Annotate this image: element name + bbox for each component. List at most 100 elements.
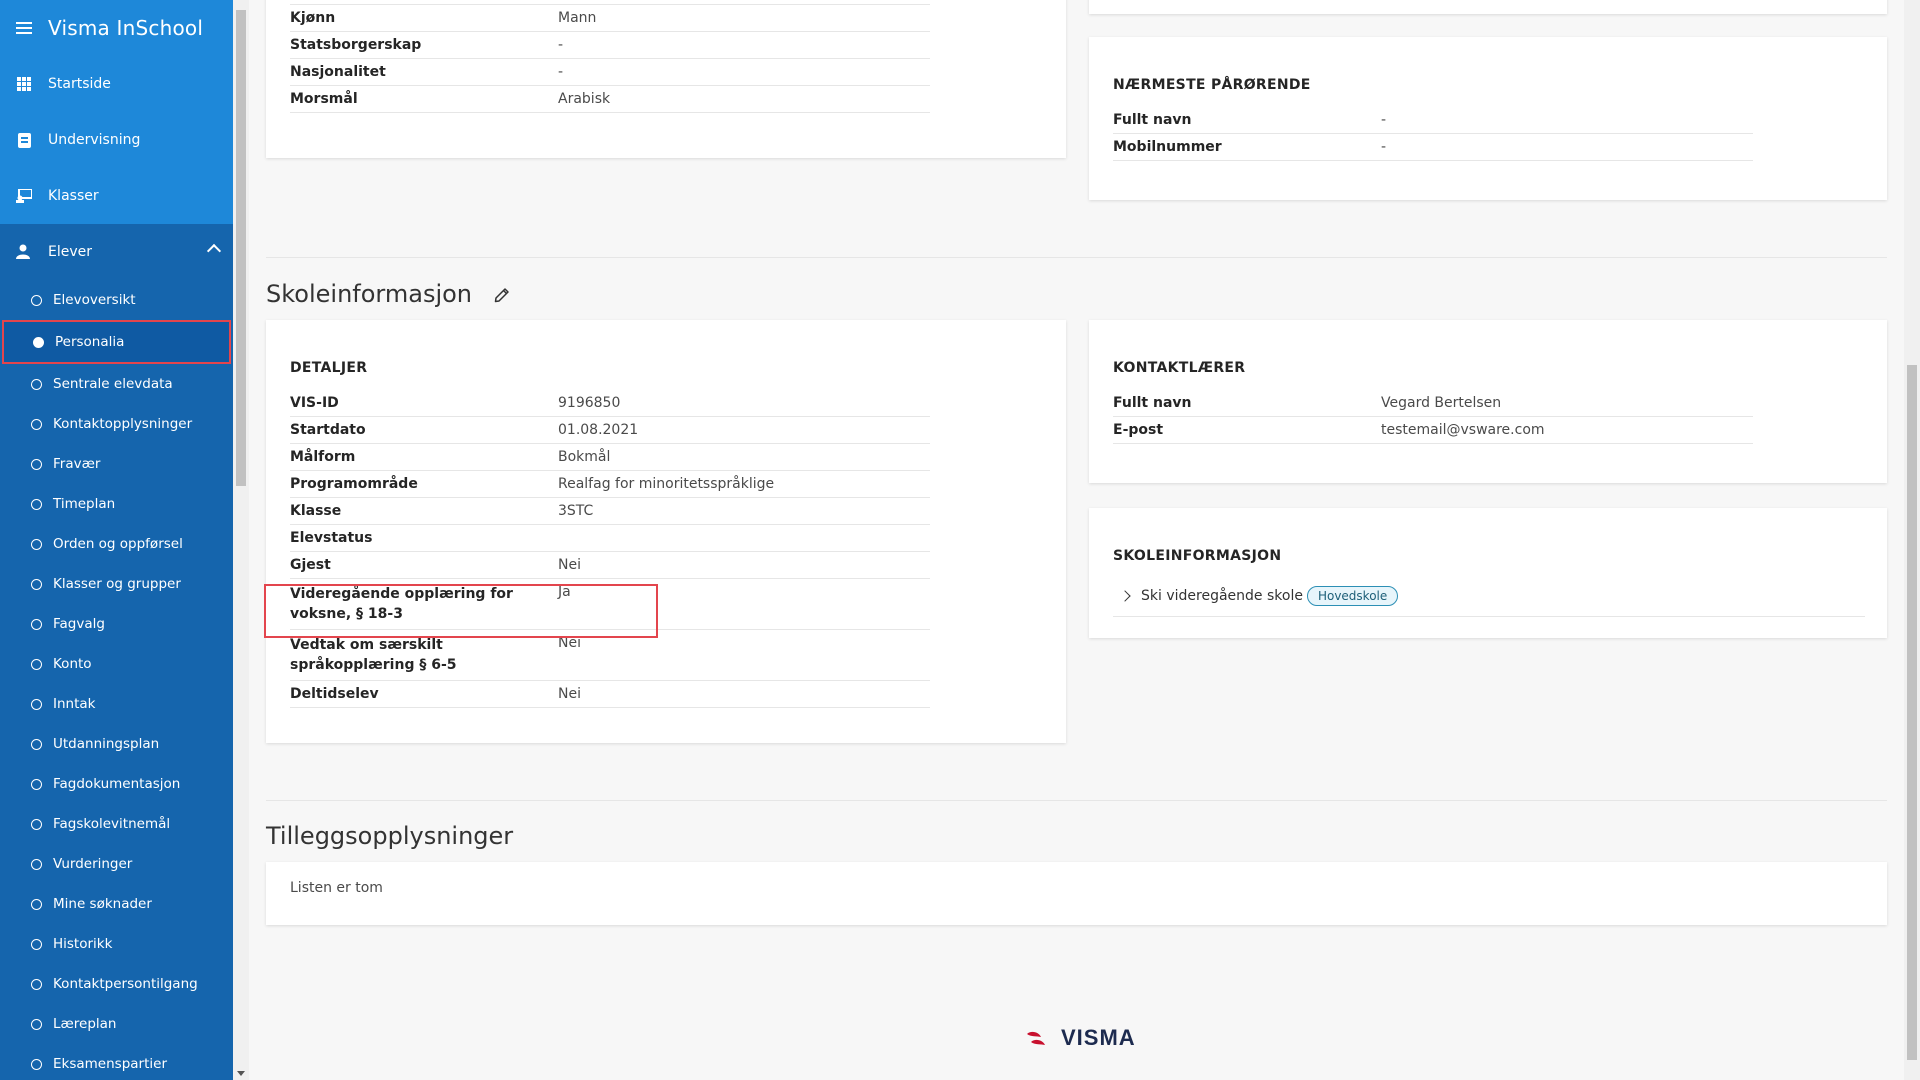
sidebar-scrollbar-thumb[interactable]: [236, 10, 246, 486]
field-label: E-post: [1113, 422, 1164, 438]
section-divider: [266, 800, 1887, 801]
sidebar-subitem[interactable]: Fravær: [0, 444, 233, 484]
hamburger-menu-icon[interactable]: [16, 19, 32, 37]
highlight-box: [264, 584, 658, 638]
field-value: Vegard Bertelsen: [1381, 395, 1502, 411]
card-heading: DETALJER: [290, 360, 368, 376]
chevron-up-icon[interactable]: [206, 243, 222, 259]
circle-icon: [31, 1058, 42, 1070]
sidebar-subitem-label: Vurderinger: [53, 856, 133, 872]
scroll-down-arrow-icon[interactable]: [237, 1071, 245, 1076]
field-label: Klasse: [290, 503, 342, 519]
field-label: Nasjonalitet: [290, 64, 386, 80]
field-value: Bokmål: [558, 449, 611, 465]
naermeste-parorende-card: NÆRMESTE PÅRØRENDE Fullt navn - Mobilnumm…: [1089, 37, 1887, 200]
sidebar-subitem[interactable]: Mine søknader: [0, 884, 233, 924]
sidebar-subitem-label: Sentrale elevdata: [53, 376, 173, 392]
field-label: Deltidselev: [290, 686, 379, 702]
sidebar-subitem-label: Mine søknader: [53, 896, 152, 912]
sidebar-item-undervisning[interactable]: Undervisning: [0, 112, 233, 168]
sidebar-subitem[interactable]: Timeplan: [0, 484, 233, 524]
field-value: -: [558, 37, 564, 53]
sidebar-subitem-active[interactable]: Personalia: [2, 320, 231, 364]
table-row: Deltidselev Nei: [290, 681, 930, 708]
sidebar-subitem-label: Klasser og grupper: [53, 576, 181, 592]
sidebar-subitem[interactable]: Kontaktopplysninger: [0, 404, 233, 444]
sidebar-subitem-label: Personalia: [55, 334, 125, 350]
page-scrollbar-thumb[interactable]: [1907, 365, 1917, 1060]
sidebar-subitem-label: Utdanningsplan: [53, 736, 160, 752]
field-value: Arabisk: [558, 91, 611, 107]
sidebar-subitem-label: Fagvalg: [53, 616, 105, 632]
table-row: Mobilnummer -: [1113, 134, 1753, 161]
table-row: Statsborgerskap -: [290, 32, 930, 59]
field-label: Elevstatus: [290, 530, 373, 546]
sidebar-item-startside[interactable]: Startside: [0, 56, 233, 112]
table-row: Elevstatus: [290, 525, 930, 552]
sidebar-subitem[interactable]: Sentrale elevdata: [0, 364, 233, 404]
sidebar-item-elever[interactable]: Elever: [0, 224, 233, 280]
sidebar-item-label: Klasser: [48, 188, 99, 204]
sidebar-subitem[interactable]: Fagdokumentasjon: [0, 764, 233, 804]
table-row: Gjest Nei: [290, 552, 930, 579]
circle-icon: [31, 858, 42, 870]
table-row: Fullt navn -: [1113, 107, 1753, 134]
table-row: Fullt navn Vegard Bertelsen: [1113, 390, 1753, 417]
chevron-right-icon[interactable]: [1119, 590, 1131, 602]
school-row[interactable]: Ski videregående skole Hovedskole: [1113, 586, 1865, 617]
sidebar-subitem[interactable]: Inntak: [0, 684, 233, 724]
field-label: Målform: [290, 449, 356, 465]
table-row: VIS-ID 9196850: [290, 390, 930, 417]
sidebar: Visma InSchool Startside Undervisning Kl…: [0, 0, 233, 1080]
circle-icon: [31, 738, 42, 750]
card-heading: NÆRMESTE PÅRØRENDE: [1113, 77, 1311, 93]
field-value: -: [1381, 139, 1387, 155]
sidebar-subitem[interactable]: Læreplan: [0, 1004, 233, 1044]
sidebar-subitem-label: Konto: [53, 656, 92, 672]
skoleinformasjon-card: SKOLEINFORMASJON Ski videregående skole …: [1089, 508, 1887, 638]
edit-pencil-icon[interactable]: [494, 281, 510, 309]
table-row: Startdato 01.08.2021: [290, 417, 930, 444]
sidebar-subitem[interactable]: Fagvalg: [0, 604, 233, 644]
field-label: Startdato: [290, 422, 366, 438]
sidebar-subitem[interactable]: Klasser og grupper: [0, 564, 233, 604]
circle-icon: [31, 978, 42, 990]
field-label: Statsborgerskap: [290, 37, 422, 53]
sidebar-scrollbar[interactable]: [233, 0, 249, 1080]
sidebar-item-klasser[interactable]: Klasser: [0, 168, 233, 224]
circle-icon: [31, 898, 42, 910]
field-value: 9196850: [558, 395, 621, 411]
circle-icon: [31, 418, 42, 430]
sidebar-subitem[interactable]: Eksamenspartier: [0, 1044, 233, 1080]
sidebar-subitem[interactable]: Fagskolevitnemål: [0, 804, 233, 844]
circle-icon: [31, 378, 42, 390]
field-value: Nei: [558, 686, 581, 702]
grid-icon: [16, 76, 32, 92]
personal-table: Kjønn Mann Statsborgerskap - Nasjonalitet -…: [290, 4, 930, 113]
sidebar-subitem[interactable]: Historikk: [0, 924, 233, 964]
circle-icon: [31, 778, 42, 790]
kontaktlaerer-card: KONTAKTLÆRER Fullt navn Vegard Bertelsen …: [1089, 320, 1887, 483]
empty-list-text: Listen er tom: [290, 880, 383, 896]
sidebar-subitem[interactable]: Vurderinger: [0, 844, 233, 884]
detaljer-table: VIS-ID 9196850 Startdato 01.08.2021 Målfor…: [290, 390, 930, 708]
sidebar-subitem[interactable]: Kontaktpersontilgang: [0, 964, 233, 1004]
section-title-tillegg: Tilleggsopplysninger: [266, 822, 514, 850]
classroom-icon: [16, 188, 32, 204]
page-scrollbar[interactable]: [1904, 0, 1920, 1080]
circle-icon: [31, 658, 42, 670]
field-label: Fullt navn: [1113, 395, 1192, 411]
sidebar-subitem-label: Timeplan: [53, 496, 116, 512]
sidebar-subitem[interactable]: Orden og oppførsel: [0, 524, 233, 564]
sidebar-subitem-label: Fagskolevitnemål: [53, 816, 171, 832]
sidebar-subitem[interactable]: Konto: [0, 644, 233, 684]
app-title[interactable]: Visma InSchool: [48, 16, 203, 40]
field-value: Mann: [558, 10, 597, 26]
naermeste-table: Fullt navn - Mobilnummer -: [1113, 107, 1753, 161]
sidebar-subitem-label: Eksamenspartier: [53, 1056, 167, 1072]
circle-icon: [31, 618, 42, 630]
sidebar-top: Visma InSchool Startside Undervisning Kl…: [0, 0, 233, 224]
sidebar-subitem[interactable]: Utdanningsplan: [0, 724, 233, 764]
sidebar-subitem[interactable]: Elevoversikt: [0, 280, 233, 320]
sidebar-subitem-label: Kontaktopplysninger: [53, 416, 193, 432]
